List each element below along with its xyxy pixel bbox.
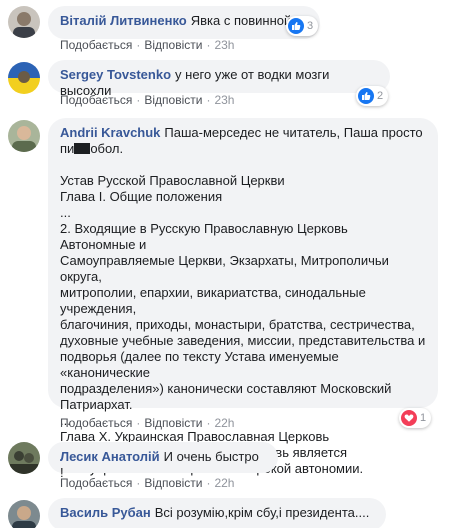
comment-bubble: Віталій Литвиненко Явка с повинной — [48, 6, 320, 39]
comment-actions: Подобається · Відповісти · 22h — [60, 476, 234, 490]
reaction-summary[interactable]: 1 — [399, 408, 432, 428]
avatar[interactable] — [8, 500, 40, 528]
separator: · — [136, 476, 141, 490]
timestamp[interactable]: 23h — [214, 93, 234, 107]
reaction-count: 1 — [420, 412, 427, 424]
like-link[interactable]: Подобається — [60, 38, 132, 52]
comment-author[interactable]: Sergey Tovstenko — [60, 67, 171, 82]
reaction-summary[interactable]: 2 — [356, 86, 389, 106]
separator: · — [206, 38, 211, 52]
redaction-block — [74, 143, 91, 154]
avatar[interactable] — [8, 442, 40, 474]
separator: · — [206, 93, 211, 107]
reply-link[interactable]: Відповісти — [144, 93, 202, 107]
like-link[interactable]: Подобається — [60, 416, 132, 430]
comment-actions: Подобається · Відповісти · 22h — [60, 416, 234, 430]
comment-author[interactable]: Віталій Литвиненко — [60, 13, 187, 28]
comment-bubble: Andrii Kravchuk Паша-мерседес не читатель… — [48, 118, 438, 476]
separator: · — [136, 38, 141, 52]
comment-text: Явка с повинной — [190, 13, 292, 28]
avatar[interactable] — [8, 6, 40, 38]
like-link[interactable]: Подобається — [60, 93, 132, 107]
separator: · — [206, 416, 211, 430]
separator: · — [136, 416, 141, 430]
like-icon — [358, 88, 374, 104]
reply-link[interactable]: Відповісти — [144, 476, 202, 490]
avatar[interactable] — [8, 120, 40, 152]
reply-link[interactable]: Відповісти — [144, 38, 202, 52]
comment-actions: Подобається · Відповісти · 23h — [60, 38, 234, 52]
separator: · — [136, 93, 141, 107]
comment-author[interactable]: Andrii Kravchuk — [60, 125, 160, 140]
comment-text: Всі розумію,крім сбу,і президента.... — [154, 505, 370, 520]
comment-bubble: Василь Рубан Всі розумію,крім сбу,і прези… — [48, 498, 386, 528]
heart-icon — [401, 410, 417, 426]
comment-actions: Подобається · Відповісти · 23h — [60, 93, 234, 107]
separator: · — [206, 476, 211, 490]
timestamp[interactable]: 23h — [214, 38, 234, 52]
avatar[interactable] — [8, 62, 40, 94]
reaction-count: 2 — [377, 90, 384, 102]
like-icon — [288, 18, 304, 34]
timestamp[interactable]: 22h — [214, 476, 234, 490]
reaction-count: 3 — [307, 20, 314, 32]
comment-author[interactable]: Лесик Анатолій — [60, 449, 160, 464]
timestamp[interactable]: 22h — [214, 416, 234, 430]
comment-bubble: Sergey Tovstenko у него уже от водки мозг… — [48, 60, 390, 98]
reaction-summary[interactable]: 3 — [286, 16, 319, 36]
like-link[interactable]: Подобається — [60, 476, 132, 490]
comment-bubble: Лесик Анатолій И очень быстро ! — [48, 442, 278, 480]
reply-link[interactable]: Відповісти — [144, 416, 202, 430]
comment-body: Устав Русской Православной Церкви Глава … — [60, 173, 426, 476]
comment-author[interactable]: Василь Рубан — [60, 505, 151, 520]
comment-text-end: обол. — [90, 141, 124, 156]
